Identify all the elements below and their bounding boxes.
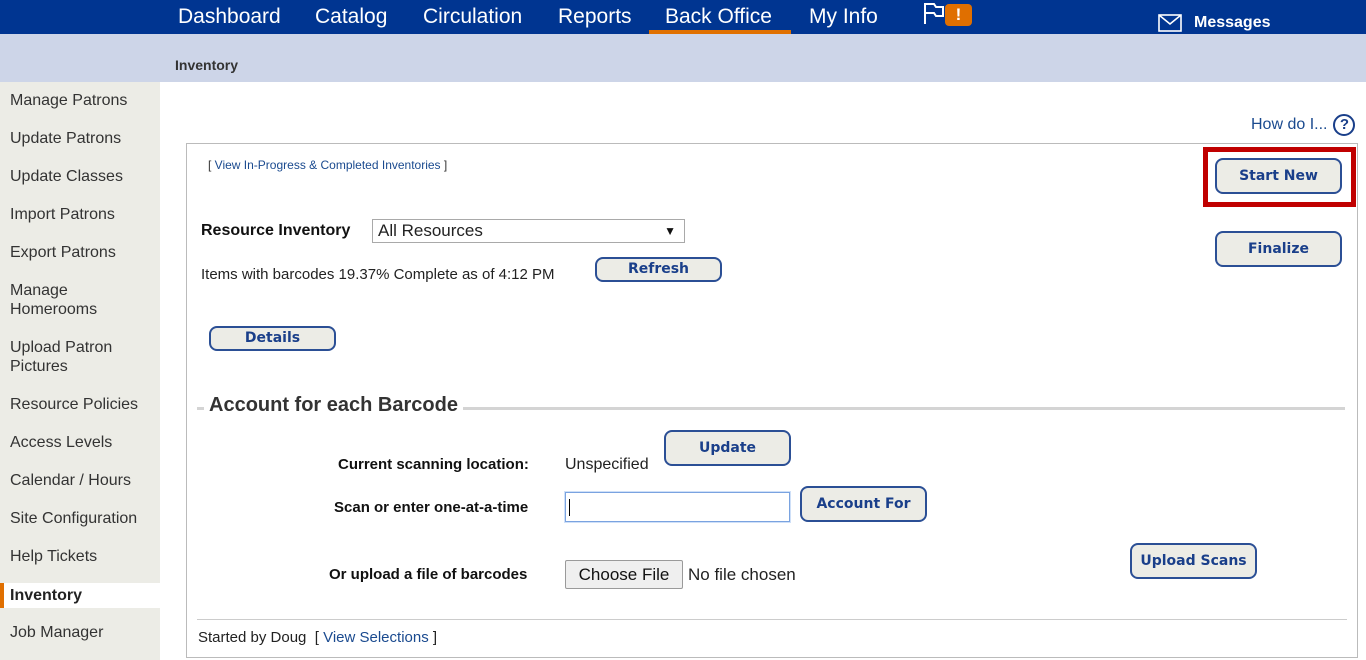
sidebar-item-update-classes[interactable]: Update Classes [0,167,160,186]
upload-file-label: Or upload a file of barcodes [329,566,528,583]
refresh-button[interactable]: Refresh [595,257,722,282]
how-do-i-link[interactable]: How do I... ? [1251,114,1356,136]
sidebar-item-job-manager[interactable]: Job Manager [0,623,160,642]
section-title: Account for each Barcode [204,394,463,417]
tab-back-office[interactable]: Back Office [649,3,791,34]
sidebar-item-manage-homerooms[interactable]: Manage Homerooms [0,281,110,319]
text-caret [569,499,570,516]
bracket-open: [ [314,629,324,646]
sidebar-item-site-configuration[interactable]: Site Configuration [0,509,160,528]
breadcrumb: Inventory [175,57,239,73]
update-button[interactable]: Update [664,430,791,466]
started-by-text: Started by Doug [198,629,307,646]
account-for-button[interactable]: Account For [800,486,927,522]
bracket-close: ] [428,629,438,646]
sidebar: Manage Patrons Update Patrons Update Cla… [0,82,160,660]
resource-inventory-select[interactable]: All Resources ▼ [372,219,685,243]
finalize-button[interactable]: Finalize [1215,231,1342,267]
how-do-i-label: How do I... [1251,116,1328,133]
sidebar-item-manage-patrons[interactable]: Manage Patrons [0,91,160,110]
sub-header: Inventory [0,34,1366,82]
scan-location-label: Current scanning location: [338,456,529,473]
barcode-input[interactable] [564,491,791,523]
file-status: No file chosen [688,565,796,584]
sidebar-item-resource-policies[interactable]: Resource Policies [0,395,160,414]
completion-status: Items with barcodes 19.37% Complete as o… [201,266,555,283]
details-button[interactable]: Details [209,326,336,351]
start-new-button[interactable]: Start New [1215,158,1342,194]
tab-my-info[interactable]: My Info [809,3,878,34]
upload-scans-button[interactable]: Upload Scans [1130,543,1257,579]
choose-file-button[interactable]: Choose File [565,560,683,589]
messages-link[interactable]: Messages [1158,12,1271,34]
envelope-icon [1158,14,1182,32]
help-icon: ? [1333,114,1356,136]
view-inventories-link-wrapper: [ View In-Progress & Completed Inventori… [208,158,447,172]
sidebar-item-help-tickets[interactable]: Help Tickets [0,547,160,566]
view-inventories-link[interactable]: View In-Progress & Completed Inventories [215,158,441,172]
alert-badge[interactable]: ! [945,4,972,26]
top-nav: Dashboard Catalog Circulation Reports Ba… [0,0,1366,34]
bracket-close: ] [440,158,448,172]
sidebar-item-import-patrons[interactable]: Import Patrons [0,205,160,224]
scan-location-value: Unspecified [565,456,649,473]
tab-catalog[interactable]: Catalog [315,3,387,34]
sidebar-item-inventory[interactable]: Inventory [0,583,160,608]
footer-divider [197,619,1347,620]
tab-reports[interactable]: Reports [558,3,632,34]
started-by-row: Started by Doug [ View Selections ] [198,629,437,646]
messages-label: Messages [1194,14,1271,31]
tab-circulation[interactable]: Circulation [423,3,522,34]
sidebar-item-update-patrons[interactable]: Update Patrons [0,129,160,148]
sidebar-item-access-levels[interactable]: Access Levels [0,433,160,452]
view-selections-link[interactable]: View Selections [323,629,429,646]
sidebar-item-calendar-hours[interactable]: Calendar / Hours [0,471,160,490]
sidebar-item-upload-patron-pictures[interactable]: Upload Patron Pictures [0,338,130,376]
tab-dashboard[interactable]: Dashboard [178,3,281,34]
resource-inventory-value: All Resources [378,221,483,240]
scan-entry-label: Scan or enter one-at-a-time [334,499,529,516]
sidebar-item-export-patrons[interactable]: Export Patrons [0,243,160,262]
resource-inventory-label: Resource Inventory [201,222,351,239]
flag-icon[interactable] [922,1,946,25]
dropdown-arrow-icon: ▼ [664,224,676,238]
bracket-open: [ [208,158,215,172]
